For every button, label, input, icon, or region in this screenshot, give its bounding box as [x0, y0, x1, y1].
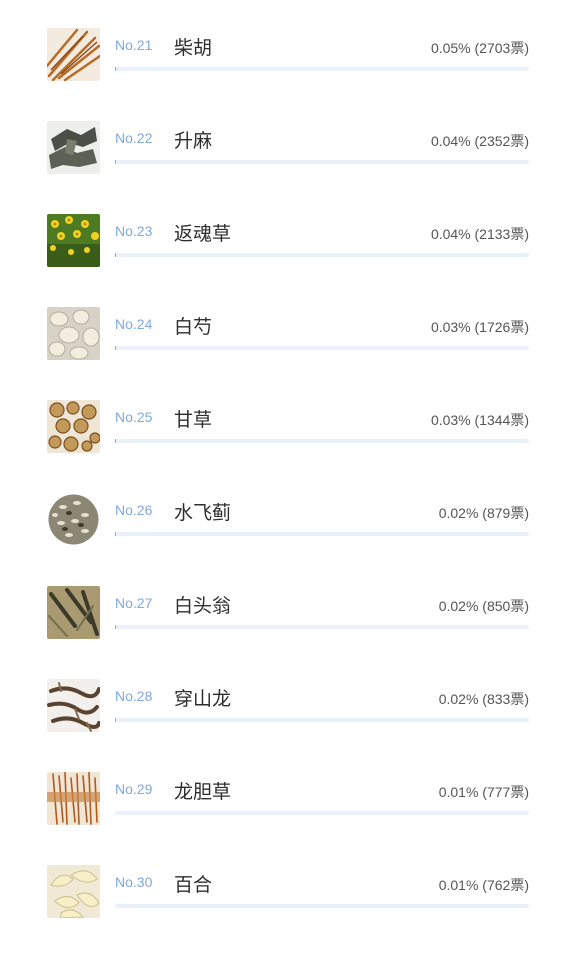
vote-stat: 0.01% (762票) — [439, 875, 529, 895]
rank-label: No.26 — [115, 502, 152, 518]
vote-stat: 0.02% (850票) — [439, 596, 529, 616]
progress-bar — [115, 67, 529, 71]
rank-label: No.22 — [115, 130, 152, 146]
item-name: 水飞蓟 — [174, 498, 231, 525]
progress-bar — [115, 718, 529, 722]
rank-label: No.25 — [115, 409, 152, 425]
rank-label: No.27 — [115, 595, 152, 611]
vote-stat: 0.03% (1344票) — [431, 410, 529, 430]
progress-bar — [115, 625, 529, 629]
item-name: 龙胆草 — [174, 777, 231, 804]
item-name: 返魂草 — [174, 219, 231, 246]
progress-bar — [115, 904, 529, 908]
rank-label: No.29 — [115, 781, 152, 797]
shengma-image — [47, 121, 100, 174]
rank-label: No.23 — [115, 223, 152, 239]
vote-stat: 0.01% (777票) — [439, 782, 529, 802]
list-item[interactable]: No.30 百合 0.01% (762票) — [0, 881, 563, 974]
baihe-image — [47, 865, 100, 918]
item-name: 穿山龙 — [174, 684, 231, 711]
baishao-image — [47, 307, 100, 360]
item-name: 甘草 — [174, 405, 212, 432]
progress-bar — [115, 160, 529, 164]
baitouweng-image — [47, 586, 100, 639]
progress-bar — [115, 532, 529, 536]
vote-stat: 0.05% (2703票) — [431, 38, 529, 58]
fanhuncao-image — [47, 214, 100, 267]
chuanshanlong-image — [47, 679, 100, 732]
gancao-image — [47, 400, 100, 453]
rank-label: No.24 — [115, 316, 152, 332]
progress-bar — [115, 439, 529, 443]
item-name: 白芍 — [174, 312, 212, 339]
item-name: 白头翁 — [174, 591, 231, 618]
rank-label: No.21 — [115, 37, 152, 53]
item-name: 百合 — [174, 870, 212, 897]
progress-bar — [115, 811, 529, 815]
vote-stat: 0.04% (2352票) — [431, 131, 529, 151]
vote-stat: 0.04% (2133票) — [431, 224, 529, 244]
rank-label: No.28 — [115, 688, 152, 704]
progress-bar — [115, 346, 529, 350]
rank-label: No.30 — [115, 874, 152, 890]
vote-stat: 0.02% (879票) — [439, 503, 529, 523]
shuifeiji-image — [47, 493, 100, 546]
vote-stat: 0.03% (1726票) — [431, 317, 529, 337]
item-name: 升麻 — [174, 126, 212, 153]
progress-bar — [115, 253, 529, 257]
longdancao-image — [47, 772, 100, 825]
item-name: 柴胡 — [174, 33, 212, 60]
vote-stat: 0.02% (833票) — [439, 689, 529, 709]
chaihu-image — [47, 28, 100, 81]
